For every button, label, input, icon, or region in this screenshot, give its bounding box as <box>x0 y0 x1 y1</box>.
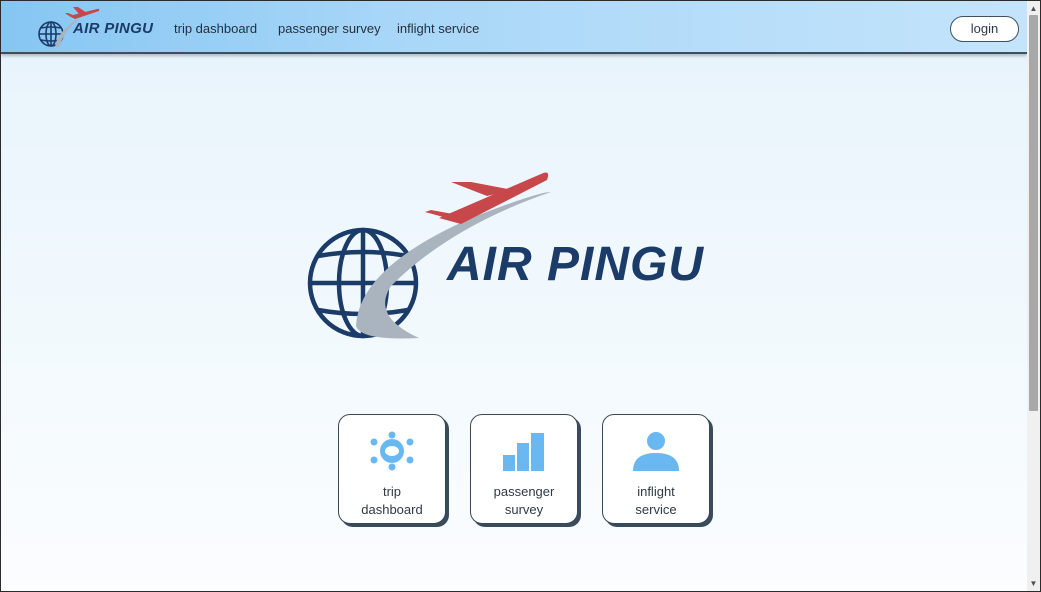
card-label: trip dashboard <box>361 484 423 517</box>
nav-link-passenger-survey[interactable]: passenger survey <box>278 21 381 36</box>
nav-link-inflight-service[interactable]: inflight service <box>397 21 479 36</box>
scroll-down-arrow-icon[interactable]: ▼ <box>1027 578 1040 589</box>
card-label: inflight service <box>635 484 677 517</box>
scroll-thumb[interactable] <box>1029 15 1038 411</box>
nav-link-trip-dashboard[interactable]: trip dashboard <box>174 21 257 36</box>
card-passenger-survey[interactable]: passenger survey <box>470 414 578 524</box>
scroll-up-arrow-icon[interactable]: ▲ <box>1027 3 1040 14</box>
brand-logo[interactable]: AIR PINGU <box>35 5 153 49</box>
network-icon <box>370 431 414 471</box>
browser-viewport: AIR PINGU trip dashboard passenger surve… <box>0 0 1041 592</box>
brand-name: AIR PINGU <box>73 20 154 37</box>
bar-chart-icon <box>503 433 544 471</box>
person-icon <box>633 432 679 471</box>
card-label: passenger survey <box>493 484 555 517</box>
top-navbar: AIR PINGU trip dashboard passenger surve… <box>1 1 1027 54</box>
hero-logo-text: AIR PINGU <box>447 238 705 291</box>
login-button[interactable]: login <box>950 16 1019 42</box>
card-trip-dashboard[interactable]: trip dashboard <box>338 414 446 524</box>
vertical-scrollbar[interactable]: ▲ ▼ <box>1027 1 1040 591</box>
card-inflight-service[interactable]: inflight service <box>602 414 710 524</box>
